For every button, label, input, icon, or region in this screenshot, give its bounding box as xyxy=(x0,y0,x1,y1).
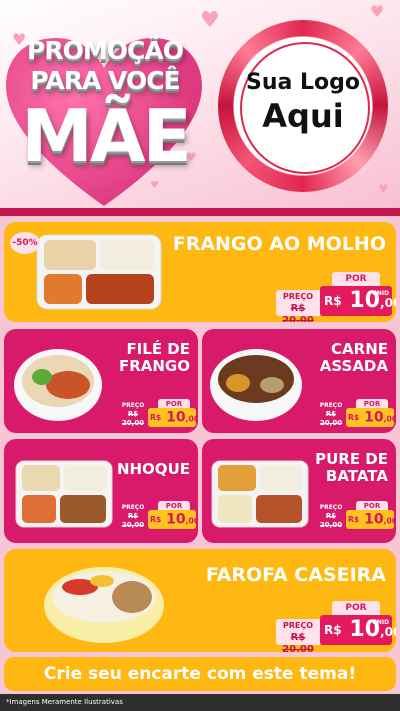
unid-label: UNID xyxy=(372,290,390,297)
logo-placeholder: Sua Logo Aqui xyxy=(218,70,388,135)
unid-label: UNID xyxy=(372,619,390,626)
preco-text: PREÇO xyxy=(121,504,145,511)
food-tray-image xyxy=(15,460,113,528)
name-line-1: FILÉ DE xyxy=(126,340,190,358)
old-price: R$ 20,00 xyxy=(282,303,314,322)
logo-line-2: Aqui xyxy=(262,97,344,135)
product-card-nhoque[interactable]: NHOQUE POR PREÇO R$ 20,00 R$ 10,00 xyxy=(4,439,198,543)
food-bowl-image xyxy=(210,349,302,421)
food-bowl-image xyxy=(44,567,164,643)
old-price: R$ 20,00 xyxy=(121,512,145,529)
preco-text: PREÇO xyxy=(282,292,314,301)
food-tray-image xyxy=(36,234,162,310)
food-tray-image xyxy=(211,460,309,528)
food-plate-image xyxy=(14,349,102,421)
currency: R$ xyxy=(324,623,342,637)
currency: R$ xyxy=(348,515,360,524)
old-price: R$ 20,00 xyxy=(282,632,314,652)
price-decimal: ,00 xyxy=(380,296,396,310)
price-tag: POR PREÇO R$ 20,00 R$ 10,00 UNID xyxy=(276,601,396,652)
price-integer: 10 xyxy=(166,409,186,426)
product-name: NHOQUE xyxy=(116,460,190,478)
currency: R$ xyxy=(324,294,342,308)
currency: R$ xyxy=(348,413,360,422)
preco-text: PREÇO xyxy=(319,402,343,409)
price-por-label: POR xyxy=(332,272,380,286)
footer-disclaimer: *Imagens Meramente Ilustrativas xyxy=(0,694,400,711)
promo-title: PROMOÇÃO PARA VOCÊ MÃE xyxy=(10,22,200,202)
price-por-label: POR xyxy=(332,601,380,615)
product-name: CARNE ASSADA xyxy=(302,341,388,374)
price-tag: POR PREÇO R$ 20,00 R$ 10,00 xyxy=(316,501,396,531)
promo-line-1: PROMOÇÃO xyxy=(27,36,184,65)
name-line-2: BATATA xyxy=(325,466,388,485)
new-price: R$ 10,00 xyxy=(346,408,396,427)
product-card-carne-assada[interactable]: CARNE ASSADA POR PREÇO R$ 20,00 R$ 10,00 xyxy=(202,329,396,433)
product-name: FILÉ DE FRANGO xyxy=(104,341,190,374)
preco-text: PREÇO xyxy=(319,504,343,511)
price-decimal: ,00 xyxy=(383,414,396,424)
price-decimal: ,00 xyxy=(380,625,396,639)
price-preco-label: PREÇO R$ 20,00 xyxy=(118,401,148,427)
name-line-2: FRANGO xyxy=(118,356,190,375)
product-name: FAROFA CASEIRA xyxy=(205,564,386,586)
cta-banner[interactable]: Crie seu encarte com este tema! xyxy=(4,657,396,691)
price-integer: 10 xyxy=(364,409,384,426)
new-price: R$ 10,00 xyxy=(148,408,198,427)
price-decimal: ,00 xyxy=(185,516,198,526)
price-preco-label: PREÇO R$ 20,00 xyxy=(118,503,148,529)
old-price: R$ 20,00 xyxy=(121,410,145,427)
new-price: R$ 10,00 xyxy=(346,510,396,529)
preco-text: PREÇO xyxy=(282,621,314,630)
promo-line-2: PARA VOCÊ xyxy=(30,66,180,95)
product-card-frango-ao-molho[interactable]: FRANGO AO MOLHO POR PREÇO R$ 20,00 R$ 10… xyxy=(4,222,396,322)
old-price: R$ 20,00 xyxy=(319,410,343,427)
header-banner: ♥ ♥ ♥ ♥ ♥ ♥ PROMOÇÃO PARA VOCÊ MÃE Sua L… xyxy=(0,0,400,214)
product-card-file-de-frango[interactable]: FILÉ DE FRANGO POR PREÇO R$ 20,00 R$ 10,… xyxy=(4,329,198,433)
price-integer: 10 xyxy=(166,511,186,528)
price-tag: POR PREÇO R$ 20,00 R$ 10,00 xyxy=(316,399,396,429)
price-preco-label: PREÇO R$ 20,00 xyxy=(276,290,320,322)
new-price: R$ 10,00 xyxy=(148,510,198,529)
currency: R$ xyxy=(150,515,162,524)
price-preco-label: PREÇO R$ 20,00 xyxy=(316,401,346,427)
price-tag: POR PREÇO R$ 20,00 R$ 10,00 xyxy=(118,501,198,531)
price-preco-label: PREÇO R$ 20,00 xyxy=(276,619,320,652)
price-decimal: ,00 xyxy=(185,414,198,424)
price-tag: POR PREÇO R$ 20,00 R$ 10,00 xyxy=(118,399,198,429)
price-decimal: ,00 xyxy=(383,516,396,526)
logo-line-1: Sua Logo xyxy=(245,70,360,95)
product-card-pure-de-batata[interactable]: PURE DE BATATA POR PREÇO R$ 20,00 R$ 10,… xyxy=(202,439,396,543)
name-line-1: CARNE xyxy=(331,340,388,358)
name-line-1: PURE DE xyxy=(315,450,388,468)
product-name: PURE DE BATATA xyxy=(302,451,388,484)
currency: R$ xyxy=(150,413,162,422)
discount-badge: -50% xyxy=(10,232,40,254)
promo-line-3: MÃE xyxy=(21,94,192,178)
product-card-farofa-caseira[interactable]: FAROFA CASEIRA POR PREÇO R$ 20,00 R$ 10,… xyxy=(4,549,396,652)
price-tag: POR PREÇO R$ 20,00 R$ 10,00 UNID xyxy=(276,272,396,322)
product-name: FRANGO AO MOLHO xyxy=(172,233,386,255)
old-price: R$ 20,00 xyxy=(319,512,343,529)
price-preco-label: PREÇO R$ 20,00 xyxy=(316,503,346,529)
price-integer: 10 xyxy=(364,511,384,528)
name-line-2: ASSADA xyxy=(319,356,388,375)
preco-text: PREÇO xyxy=(121,402,145,409)
header-divider xyxy=(0,208,400,216)
